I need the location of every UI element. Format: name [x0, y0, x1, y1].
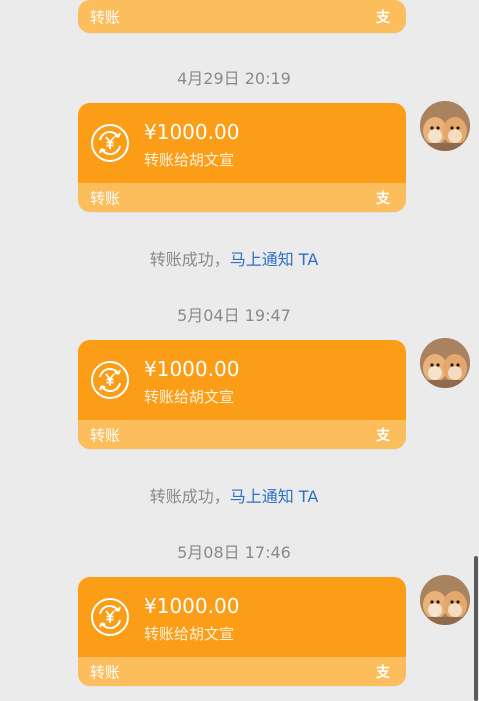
notice-text: 转账成功， [149, 250, 230, 269]
alipay-brand-icon: 支 [376, 427, 390, 444]
notice-text: 转账成功， [149, 487, 230, 506]
notify-ta-link[interactable]: 马上通知 TA [230, 250, 319, 269]
transfer-card-partial[interactable]: 转账 支 [78, 0, 406, 33]
transfer-cycle-icon [91, 361, 129, 399]
timestamp: 5月04日 19:47 [177, 306, 291, 325]
transfer-amount: ¥1000.00 [144, 594, 240, 618]
alipay-brand-icon: 支 [376, 9, 390, 26]
alipay-brand-icon: 支 [376, 190, 390, 207]
scrollbar[interactable] [474, 556, 478, 701]
card-body: ¥1000.00 转账给胡文宣 [78, 577, 406, 657]
transfer-card[interactable]: ¥1000.00 转账给胡文宣 转账 支 [78, 577, 406, 686]
transfer-recipient: 转账给胡文宣 [144, 151, 235, 169]
transfer-amount: ¥1000.00 [144, 357, 240, 381]
avatar[interactable] [420, 101, 470, 151]
transfer-cycle-icon [91, 598, 129, 636]
card-footer-label: 转账 [90, 663, 121, 681]
timestamp: 4月29日 20:19 [177, 69, 291, 88]
transfer-success-notice: 转账成功，马上通知 TA [0, 483, 468, 507]
notify-ta-link[interactable]: 马上通知 TA [230, 487, 319, 506]
card-footer: 转账 支 [78, 0, 406, 33]
card-footer: 转账 支 [78, 183, 406, 212]
card-footer: 转账 支 [78, 420, 406, 449]
avatar[interactable] [420, 338, 470, 388]
hamster-avatar-image [420, 338, 470, 388]
avatar[interactable] [420, 575, 470, 625]
card-footer-label: 转账 [90, 8, 121, 26]
transfer-success-notice: 转账成功，马上通知 TA [0, 246, 468, 270]
timestamp: 5月08日 17:46 [177, 543, 291, 562]
hamster-avatar-image [420, 101, 470, 151]
transfer-recipient: 转账给胡文宣 [144, 388, 235, 406]
card-body: ¥1000.00 转账给胡文宣 [78, 103, 406, 183]
card-footer: 转账 支 [78, 657, 406, 686]
card-body: ¥1000.00 转账给胡文宣 [78, 340, 406, 420]
card-footer-label: 转账 [90, 426, 121, 444]
transfer-cycle-icon [91, 124, 129, 162]
transfer-card[interactable]: ¥1000.00 转账给胡文宣 转账 支 [78, 340, 406, 449]
transfer-card[interactable]: ¥1000.00 转账给胡文宣 转账 支 [78, 103, 406, 212]
hamster-avatar-image [420, 575, 470, 625]
transfer-recipient: 转账给胡文宣 [144, 625, 235, 643]
transfer-amount: ¥1000.00 [144, 120, 240, 144]
card-footer-label: 转账 [90, 189, 121, 207]
alipay-brand-icon: 支 [376, 664, 390, 681]
